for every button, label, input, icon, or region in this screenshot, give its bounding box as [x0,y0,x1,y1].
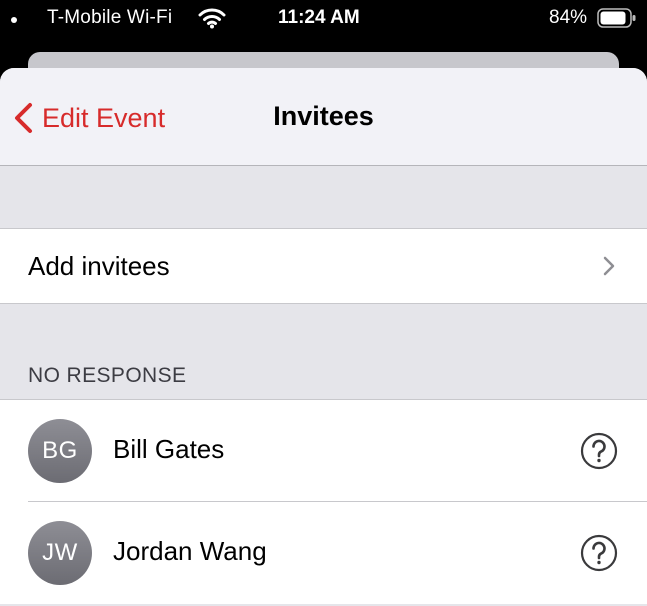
avatar: BG [28,419,92,483]
question-circle-icon[interactable] [580,534,618,572]
status-bar: T-Mobile Wi-Fi 11:24 AM 84% [0,0,647,36]
chevron-left-icon [15,103,32,133]
invitee-row[interactable]: JW Jordan Wang [0,502,647,604]
status-dot [11,17,17,23]
invitee-row[interactable]: BG Bill Gates [0,399,647,502]
invitee-name: Bill Gates [113,434,225,464]
add-invitees-label: Add invitees [28,251,170,281]
clock: 11:24 AM [278,7,360,28]
avatar: JW [28,521,92,585]
back-button-label: Edit Event [42,102,166,133]
battery-percent: 84% [549,7,588,28]
question-circle-icon[interactable] [580,432,618,470]
add-invitees-row[interactable]: Add invitees [0,228,647,304]
back-button[interactable]: Edit Event [12,102,165,134]
invitees-sheet: Invitees Edit Event Add invitees NO RESP… [0,68,647,606]
invitee-name: Jordan Wang [113,536,267,566]
screen: T-Mobile Wi-Fi 11:24 AM 84% Invitees Edi… [0,0,647,606]
wifi-icon [198,8,226,29]
battery-icon [597,8,636,28]
carrier-label: T-Mobile Wi-Fi [47,7,173,28]
navigation-bar: Invitees Edit Event [0,68,647,166]
section-header-no-response: NO RESPONSE [28,364,187,387]
chevron-right-icon [603,256,615,276]
